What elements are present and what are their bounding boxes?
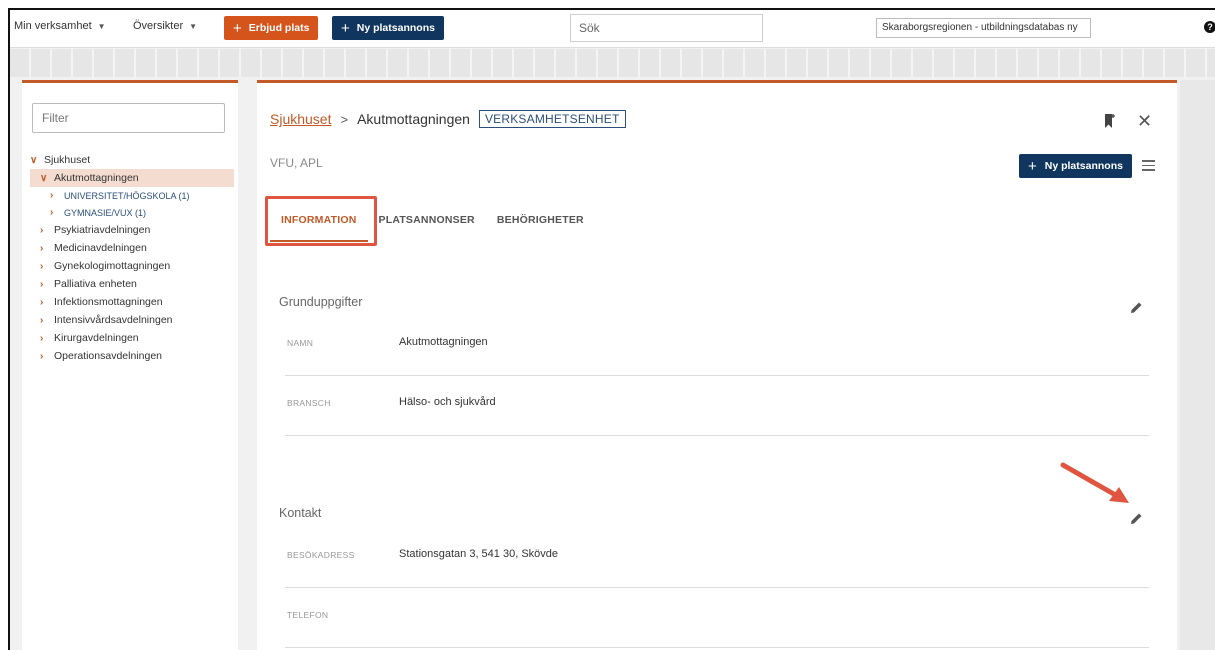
edit-pencil-icon[interactable]: [1130, 512, 1143, 525]
tree-item-gynekologi[interactable]: › Gynekologimottagningen: [30, 257, 234, 275]
tree-item-label: Medicinavdelningen: [54, 242, 147, 254]
menu-oversikter[interactable]: Översikter ▼: [133, 20, 197, 32]
tree-item-operation[interactable]: › Operationsavdelningen: [30, 347, 234, 365]
search-placeholder: Sök: [579, 21, 600, 35]
tab-behorigheter[interactable]: BEHÖRIGHETER: [486, 206, 595, 242]
plus-icon: +: [1028, 157, 1037, 175]
field-label: NAMN: [287, 338, 314, 348]
org-tree: ∨ Sjukhuset ∨ Akutmottagningen › UNIVERS…: [30, 151, 234, 365]
tree-item-intensivvard[interactable]: › Intensivvårdsavdelningen: [30, 311, 234, 329]
tree-item-palliativa[interactable]: › Palliativa enheten: [30, 275, 234, 293]
annotation-arrow: [1060, 462, 1129, 503]
tab-information[interactable]: INFORMATION: [270, 206, 368, 242]
field-row-namn: NAMN Akutmottagningen: [285, 316, 1149, 376]
breadcrumb-current: Akutmottagningen: [357, 111, 470, 127]
new-ad-label: Ny platsannons: [1044, 160, 1123, 172]
main-panel: Sjukhuset > Akutmottagningen VERKSAMHETS…: [257, 80, 1177, 650]
field-value: Hälso- och sjukvård: [399, 396, 496, 408]
menu-oversikter-label: Översikter: [133, 20, 184, 32]
hamburger-menu-icon[interactable]: [1142, 160, 1155, 171]
tree-item-medicin[interactable]: › Medicinavdelningen: [30, 239, 234, 257]
filter-placeholder: Filter: [42, 111, 69, 125]
chevron-down-icon: ∨: [40, 172, 48, 184]
bookmark-add-icon[interactable]: [1104, 113, 1116, 129]
field-value: Akutmottagningen: [399, 336, 488, 348]
tab-bar: INFORMATION PLATSANNONSER BEHÖRIGHETER: [270, 206, 595, 242]
menu-min-verksamhet-label: Min verksamhet: [14, 20, 92, 32]
chevron-right-icon: ›: [40, 260, 44, 272]
field-label: BRANSCH: [287, 398, 331, 408]
section-title-basic: Grunduppgifter: [279, 295, 363, 309]
tree-item-akutmottagningen[interactable]: ∨ Akutmottagningen: [30, 169, 234, 187]
breadcrumb: Sjukhuset > Akutmottagningen VERKSAMHETS…: [270, 110, 626, 128]
close-icon[interactable]: ✕: [1137, 111, 1152, 132]
unit-type-badge: VERKSAMHETSENHET: [478, 110, 626, 128]
tree-item-universitet[interactable]: › UNIVERSITET/HÖGSKOLA (1): [30, 187, 234, 204]
search-input[interactable]: Sök: [570, 14, 763, 42]
tree-item-psykiatri[interactable]: › Psykiatriavdelningen: [30, 221, 234, 239]
right-gutter: [1180, 80, 1215, 650]
chevron-right-icon: ›: [40, 314, 44, 326]
chevron-right-icon: ›: [40, 224, 44, 236]
tree-item-label: Palliativa enheten: [54, 278, 137, 290]
tree-item-kirurg[interactable]: › Kirurgavdelningen: [30, 329, 234, 347]
chevron-right-icon: ›: [40, 332, 44, 344]
tree-item-label: Psykiatriavdelningen: [54, 224, 151, 236]
offer-place-button[interactable]: + Erbjud plats: [224, 16, 319, 40]
filter-input[interactable]: Filter: [32, 103, 225, 133]
new-ad-button[interactable]: + Ny platsannons: [1019, 154, 1132, 178]
tree-item-label: Kirurgavdelningen: [54, 332, 139, 344]
new-ad-button-top[interactable]: + Ny platsannons: [332, 16, 444, 40]
tree-item-infektion[interactable]: › Infektionsmottagningen: [30, 293, 234, 311]
unit-subtitle: VFU, APL: [270, 156, 323, 170]
field-label: BESÖKADRESS: [287, 550, 355, 560]
tree-item-label: UNIVERSITET/HÖGSKOLA (1): [64, 190, 190, 201]
breadcrumb-parent-link[interactable]: Sjukhuset: [270, 111, 331, 127]
tree-item-root[interactable]: ∨ Sjukhuset: [30, 151, 234, 169]
help-icon[interactable]: ?: [1204, 21, 1215, 33]
plus-icon: +: [341, 19, 350, 37]
chevron-down-icon: ∨: [30, 154, 38, 166]
caret-down-icon: ▼: [189, 21, 198, 31]
field-row-bransch: BRANSCH Hälso- och sjukvård: [285, 376, 1149, 436]
region-selector[interactable]: Skaraborgsregionen - utbildningsdatabas …: [876, 18, 1091, 38]
app-frame: Min verksamhet ▼ Översikter ▼ + Erbjud p…: [8, 8, 1215, 650]
field-row-telefon: TELEFON: [285, 588, 1149, 648]
chevron-right-icon: ›: [40, 296, 44, 308]
field-label: TELEFON: [287, 610, 329, 620]
chevron-right-icon: ›: [40, 278, 44, 290]
left-panel: Filter ∨ Sjukhuset ∨ Akutmottagningen › …: [22, 80, 238, 650]
tree-root-label: Sjukhuset: [44, 154, 91, 166]
tab-platsannonser[interactable]: PLATSANNONSER: [368, 206, 486, 242]
chevron-right-icon: ›: [40, 350, 44, 362]
menu-min-verksamhet[interactable]: Min verksamhet ▼: [14, 20, 106, 32]
offer-place-label: Erbjud plats: [248, 22, 310, 34]
edit-pencil-icon[interactable]: [1130, 301, 1143, 314]
tree-item-label: Intensivvårdsavdelningen: [54, 314, 173, 326]
tree-item-label: Operationsavdelningen: [54, 350, 162, 362]
region-label: Skaraborgsregionen - utbildningsdatabas …: [882, 22, 1078, 33]
header-stripe: [10, 49, 1215, 77]
tree-item-label: GYMNASIE/VUX (1): [64, 207, 147, 218]
plus-icon: +: [233, 19, 242, 37]
chevron-right-icon: ›: [40, 242, 44, 254]
caret-down-icon: ▼: [97, 21, 106, 31]
section-title-contact: Kontakt: [279, 506, 322, 520]
field-row-besoksadress: BESÖKADRESS Stationsgatan 3, 541 30, Skö…: [285, 528, 1149, 588]
top-bar: Min verksamhet ▼ Översikter ▼ + Erbjud p…: [10, 10, 1215, 48]
chevron-right-icon: ›: [50, 207, 54, 218]
chevron-right-icon: ›: [50, 190, 54, 201]
tree-item-gymnasie[interactable]: › GYMNASIE/VUX (1): [30, 204, 234, 221]
tree-item-label: Gynekologimottagningen: [54, 260, 171, 272]
new-ad-label-top: Ny platsannons: [356, 22, 435, 34]
tree-item-label: Akutmottagningen: [54, 172, 139, 184]
chevron-right-icon: >: [340, 111, 349, 127]
tree-item-label: Infektionsmottagningen: [54, 296, 163, 308]
field-value: Stationsgatan 3, 541 30, Skövde: [399, 548, 559, 560]
